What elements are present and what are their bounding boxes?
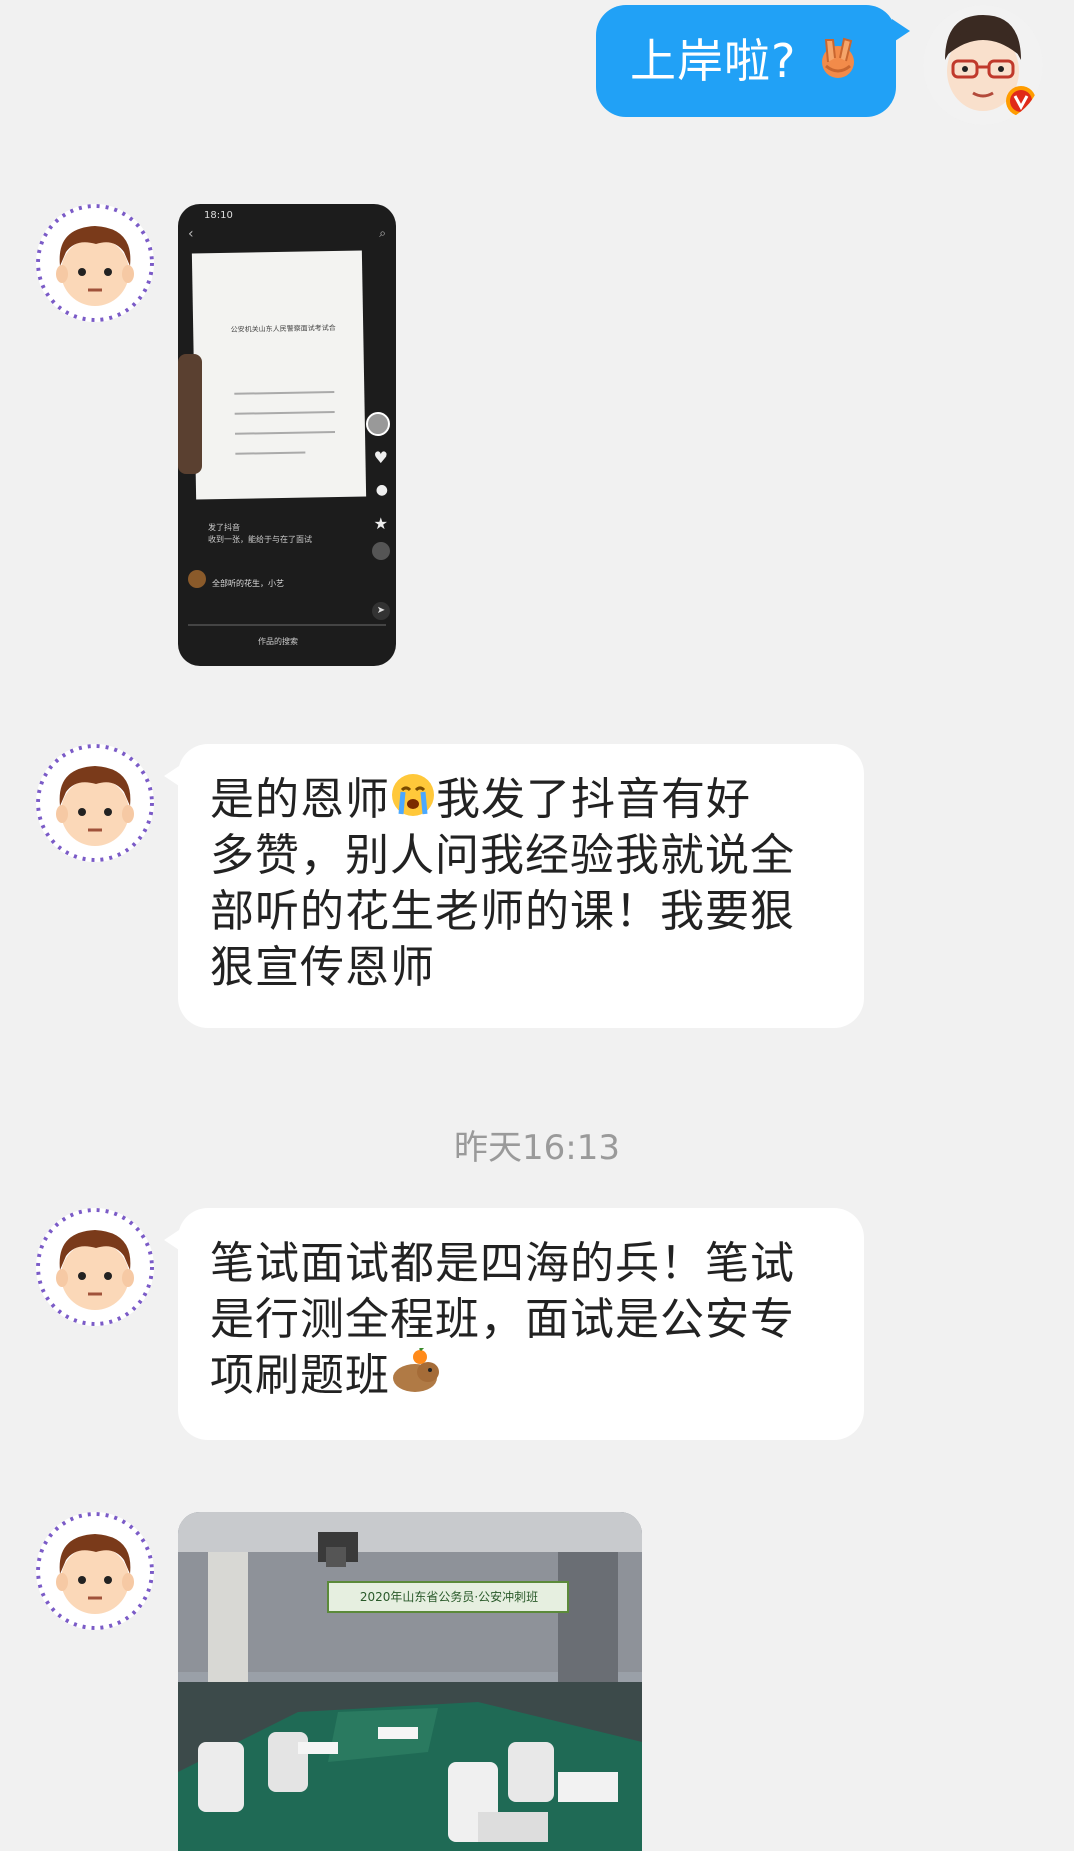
comment-icon: ● [375, 482, 388, 498]
contact-avatar[interactable] [36, 1208, 154, 1326]
message-text: 我发了抖音有好 [436, 774, 751, 825]
send-icon: ➤ [372, 602, 390, 620]
message-timestamp: 昨天16:13 [454, 1128, 620, 1168]
capybara-emoji [390, 1345, 440, 1408]
video-caption-1: 发了抖音 [208, 523, 240, 532]
crying-face-emoji [390, 772, 436, 832]
victory-hand-emoji [812, 32, 864, 98]
video-caption-2: 收到一张，能给于与在了面试 [208, 535, 312, 544]
cartoon-boy-face-icon [36, 1512, 154, 1630]
message-text: 项刷题班 [210, 1350, 390, 1401]
back-arrow-icon: ‹ [188, 226, 194, 242]
message-text: 笔试面试都是四海的兵！笔试 [210, 1238, 795, 1289]
message-text: 部听的花生老师的课！我要狠 [210, 886, 795, 937]
cartoon-face-with-glasses-icon [923, 5, 1043, 125]
message-text: 多赞，别人问我经验我就说全 [210, 830, 795, 881]
message-text: 狠宣传恩师 [210, 942, 435, 993]
comment-text: 全部听的花生，小艺 [212, 579, 284, 588]
document-title: 公安机关山东人民警察面试考试合 [230, 324, 336, 334]
classroom-banner-text: 2020年山东省公务员·公安冲刺班 [359, 1590, 539, 1604]
incoming-message-bubble[interactable]: 笔试面试都是四海的兵！笔试 是行测全程班，面试是公安专 项刷题班 [164, 1208, 864, 1440]
message-text: 是行测全程班，面试是公安专 [210, 1294, 795, 1345]
classroom-photo-message[interactable]: 2020年山东省公务员·公安冲刺班 [178, 1512, 642, 1851]
music-disc-icon [372, 542, 390, 560]
search-icon: ⌕ [379, 226, 386, 240]
creator-avatar-icon [366, 412, 390, 436]
contact-avatar[interactable] [36, 204, 154, 322]
chat-view: 上岸啦? 18:10 ‹ ⌕ 公安机关山东人民警察面试考试合 ♥ ● ★ 发了抖… [0, 0, 1074, 1851]
heart-icon: ♥ [373, 448, 388, 467]
cartoon-boy-face-icon [36, 1208, 154, 1326]
hand [178, 354, 202, 474]
message-text: 是的恩师 [210, 774, 390, 825]
message-text: 上岸啦? [630, 34, 797, 88]
cartoon-boy-face-icon [36, 744, 154, 862]
bottom-bar-label: 作品的搜索 [258, 637, 298, 646]
classroom-photo [178, 1512, 642, 1851]
self-avatar[interactable] [923, 5, 1043, 125]
commenter-avatar [188, 570, 206, 588]
contact-avatar[interactable] [36, 744, 154, 862]
cartoon-boy-face-icon [36, 204, 154, 322]
outgoing-message-bubble[interactable]: 上岸啦? [596, 5, 910, 117]
status-time: 18:10 [204, 210, 233, 221]
contact-avatar[interactable] [36, 1512, 154, 1630]
incoming-message-bubble[interactable]: 是的恩师 我发了抖音有好 多赞，别人问我经验我就说全 部听的花生老师的课！我要狠… [164, 744, 864, 1028]
video-screenshot-message[interactable]: 18:10 ‹ ⌕ 公安机关山东人民警察面试考试合 ♥ ● ★ 发了抖音 收到一… [178, 204, 396, 666]
star-icon: ★ [373, 514, 388, 533]
document-photo: 公安机关山东人民警察面试考试合 [191, 250, 367, 500]
